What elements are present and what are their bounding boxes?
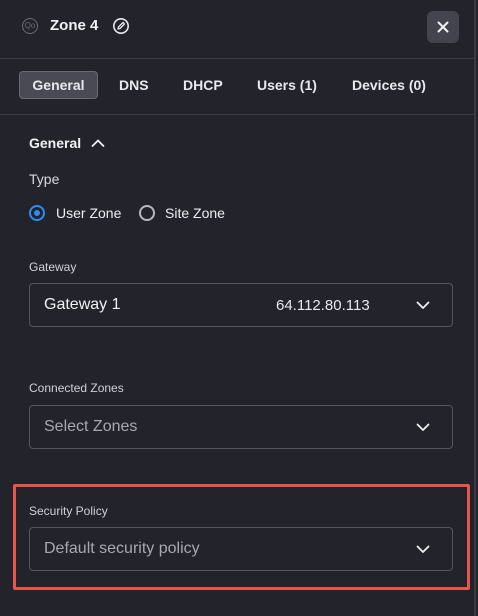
security-policy-label: Security Policy (29, 504, 108, 518)
zone-icon: Qo (22, 18, 38, 34)
chevron-down-icon (416, 545, 430, 553)
connected-zones-select[interactable]: Select Zones (29, 405, 453, 449)
gateway-value: Gateway 1 (44, 296, 121, 313)
type-label: Type (29, 171, 60, 187)
site-zone-radio[interactable] (139, 205, 155, 221)
panel-header: Qo Zone 4 (0, 0, 476, 59)
connected-zones-label: Connected Zones (29, 381, 124, 395)
chevron-down-icon (416, 423, 430, 431)
tab-users[interactable]: Users (1) (257, 71, 317, 99)
close-icon (437, 21, 449, 33)
tab-general[interactable]: General (19, 71, 98, 99)
security-policy-select[interactable]: Default security policy (29, 527, 453, 571)
user-zone-radio[interactable] (29, 205, 45, 221)
connected-zones-placeholder: Select Zones (44, 418, 138, 435)
zone-title: Zone 4 (50, 17, 99, 34)
gateway-label: Gateway (29, 260, 77, 274)
gateway-select[interactable]: Gateway 1 64.112.80.113 (29, 283, 453, 327)
zone-settings-panel: Qo Zone 4 General DNS DHCP Users (1) Dev… (0, 0, 476, 616)
edit-icon[interactable] (112, 17, 130, 35)
security-policy-value: Default security policy (44, 540, 200, 557)
section-title-general[interactable]: General (29, 135, 81, 151)
user-zone-label[interactable]: User Zone (56, 205, 121, 221)
site-zone-label[interactable]: Site Zone (165, 205, 225, 221)
chevron-down-icon (416, 301, 430, 309)
gateway-ip: 64.112.80.113 (276, 297, 370, 314)
tab-devices[interactable]: Devices (0) (352, 71, 426, 99)
chevron-up-icon[interactable] (91, 138, 105, 148)
tab-bar: General DNS DHCP Users (1) Devices (0) (0, 59, 476, 115)
tab-dhcp[interactable]: DHCP (183, 71, 223, 99)
close-button[interactable] (427, 11, 459, 43)
tab-dns[interactable]: DNS (119, 71, 149, 99)
